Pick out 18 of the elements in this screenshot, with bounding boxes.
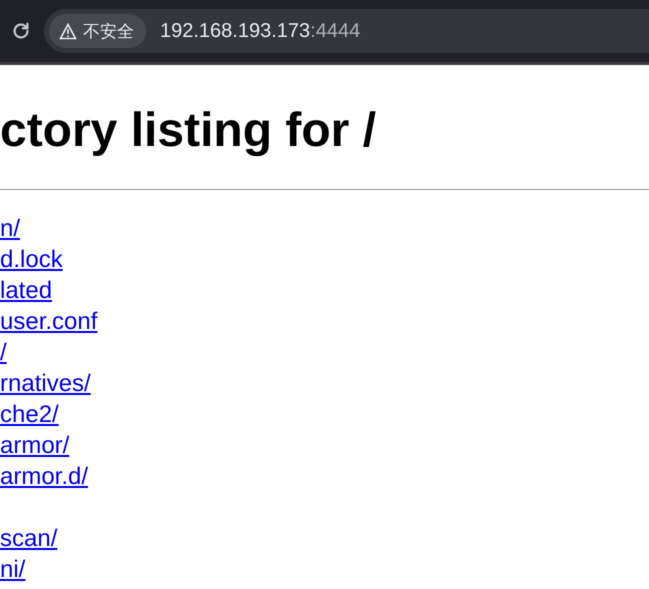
file-link[interactable]: rnatives/ bbox=[0, 368, 91, 399]
file-link[interactable]: armor.d/ bbox=[0, 461, 88, 492]
file-link[interactable]: / bbox=[0, 337, 7, 368]
file-link[interactable]: armor/ bbox=[0, 430, 70, 461]
security-chip[interactable]: 不安全 bbox=[49, 14, 146, 48]
address-bar[interactable]: 不安全 192.168.193.173:4444 bbox=[44, 9, 649, 53]
file-link[interactable]: d.lock bbox=[0, 244, 63, 275]
page-heading: ctory listing for / bbox=[0, 103, 378, 159]
security-label: 不安全 bbox=[83, 20, 134, 42]
url-port: :4444 bbox=[310, 20, 360, 42]
file-link[interactable]: ni/ bbox=[0, 554, 26, 585]
file-link[interactable]: scan/ bbox=[0, 523, 58, 554]
file-link[interactable]: n/ bbox=[0, 213, 20, 244]
warning-icon bbox=[59, 22, 77, 40]
url-host: 192.168.193.173 bbox=[160, 20, 310, 42]
file-link[interactable]: user.conf bbox=[0, 306, 98, 337]
file-link[interactable]: lated bbox=[0, 275, 52, 306]
file-link[interactable]: che2/ bbox=[0, 399, 59, 430]
